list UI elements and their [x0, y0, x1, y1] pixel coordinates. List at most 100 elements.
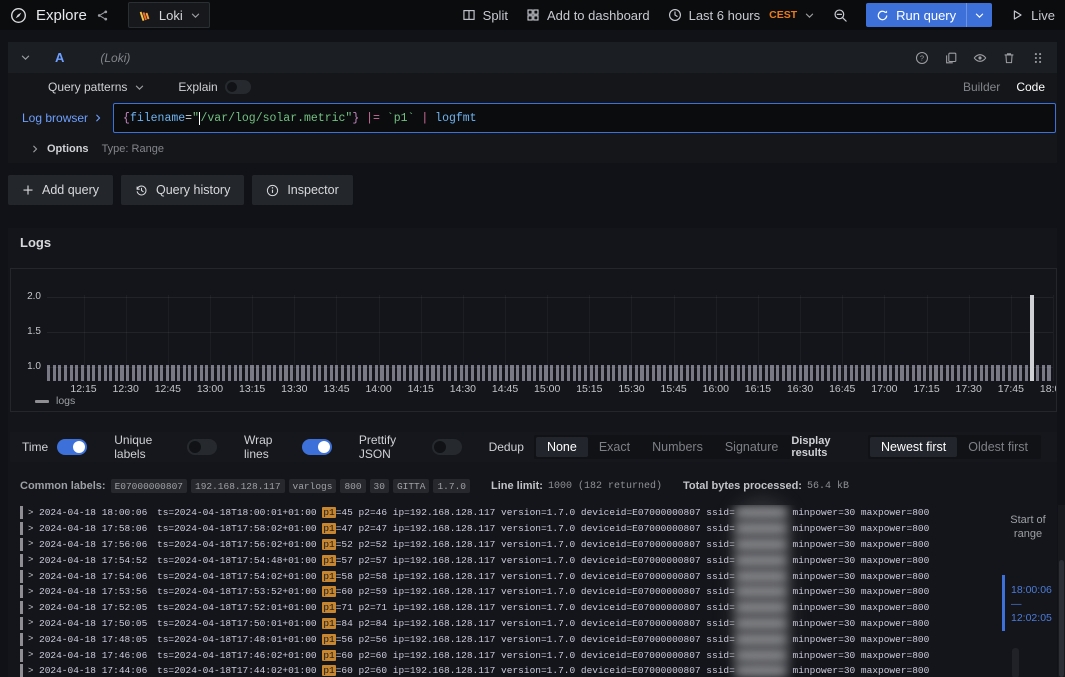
log-timestamp: 2024-04-18 17:52:05 [39, 602, 148, 613]
tab-builder[interactable]: Builder [963, 80, 1000, 94]
expand-chevron-icon[interactable]: > [28, 634, 39, 644]
expand-chevron-icon[interactable]: > [28, 618, 39, 628]
redacted-value [735, 618, 787, 629]
line-limit-value: 1000 (182 returned) [548, 481, 662, 492]
add-query-button[interactable]: Add query [8, 175, 113, 205]
toggle-visibility-eye-icon[interactable] [973, 51, 987, 65]
scrollbar-thumb[interactable] [1059, 560, 1064, 677]
log-row[interactable]: >2024-04-18 18:00:06ts=2024-04-18T18:00:… [10, 505, 1057, 521]
expand-chevron-icon[interactable]: > [28, 603, 39, 613]
toggle-switch[interactable] [187, 439, 217, 455]
toggle-wrap-lines[interactable]: Wrap lines [244, 433, 332, 461]
inspector-button[interactable]: Inspector [252, 175, 352, 205]
log-mini-scrollbar-thumb[interactable] [1012, 648, 1019, 677]
x-gridline [84, 295, 85, 381]
query-history-button[interactable]: Query history [121, 175, 244, 205]
expand-chevron-icon[interactable]: > [28, 508, 39, 518]
remove-query-trash-icon[interactable] [1002, 51, 1016, 65]
datasource-picker[interactable]: Loki [128, 2, 210, 28]
play-icon [1010, 8, 1024, 22]
chart-bar [985, 365, 988, 381]
expand-chevron-icon[interactable]: > [28, 539, 39, 549]
expression-token [414, 112, 421, 125]
toggle-switch[interactable] [302, 439, 332, 455]
x-gridline [505, 295, 506, 381]
expand-chevron-icon[interactable]: > [28, 666, 39, 676]
query-ref-id[interactable]: A [55, 50, 64, 65]
log-row[interactable]: >2024-04-18 17:54:52ts=2024-04-18T17:54:… [10, 552, 1057, 568]
duplicate-query-icon[interactable] [944, 51, 958, 65]
search-highlight: p1 [322, 650, 335, 661]
log-row[interactable]: >2024-04-18 17:46:06ts=2024-04-18T17:46:… [10, 647, 1057, 663]
add-to-dashboard-button[interactable]: Add to dashboard [526, 8, 650, 23]
time-range-picker[interactable]: Last 6 hours CEST [668, 8, 816, 23]
chart-bar [878, 365, 881, 381]
toggle-switch[interactable] [432, 439, 462, 455]
dedup-signature[interactable]: Signature [714, 437, 790, 457]
chart-bar [234, 365, 237, 381]
log-row[interactable]: >2024-04-18 17:48:05ts=2024-04-18T17:48:… [10, 631, 1057, 647]
chart-bar [929, 365, 932, 381]
chart-legend[interactable]: logs [35, 395, 75, 407]
query-expression[interactable]: {filename="/var/log/solar.metric"} |= `p… [113, 103, 1056, 133]
x-axis-tick: 12:30 [113, 383, 139, 395]
expand-chevron-icon[interactable]: > [28, 524, 39, 534]
expand-chevron-icon[interactable]: > [28, 587, 39, 597]
chart-bar [296, 365, 299, 381]
scroll-range-indicator[interactable]: 18:00:06 — 12:02:05 [1002, 575, 1062, 633]
chart-bar [872, 365, 875, 381]
log-browser-button[interactable]: Log browser [8, 111, 113, 125]
chart-bar [70, 365, 73, 381]
logs-panel-title: Logs [20, 235, 51, 250]
options-label[interactable]: Options [47, 143, 89, 155]
zoom-out-icon[interactable] [833, 8, 848, 23]
legend-series-label: logs [56, 395, 75, 407]
chart-bar [98, 365, 101, 381]
log-row[interactable]: >2024-04-18 17:54:06ts=2024-04-18T17:54:… [10, 568, 1057, 584]
explain-toggle[interactable] [225, 80, 251, 94]
dedup-numbers[interactable]: Numbers [641, 437, 714, 457]
share-icon[interactable] [96, 9, 109, 22]
search-highlight: p1 [322, 618, 335, 629]
redacted-value [735, 539, 787, 550]
live-button[interactable]: Live [1010, 8, 1055, 23]
chart-bar [1036, 365, 1039, 381]
display-newest-first[interactable]: Newest first [870, 437, 957, 457]
log-row[interactable]: >2024-04-18 17:44:06ts=2024-04-18T17:44:… [10, 663, 1057, 677]
expand-chevron-icon[interactable]: > [28, 571, 39, 581]
display-oldest-first[interactable]: Oldest first [957, 437, 1039, 457]
x-axis-tick: 14:30 [450, 383, 476, 395]
query-patterns-button[interactable]: Query patterns [48, 80, 127, 94]
common-label-chip: 30 [370, 479, 389, 493]
x-axis-tick: 15:45 [661, 383, 687, 395]
run-query-button[interactable]: Run query [866, 3, 992, 27]
log-row[interactable]: >2024-04-18 17:58:06ts=2024-04-18T17:58:… [10, 521, 1057, 537]
toggle-unique-labels[interactable]: Unique labels [114, 433, 217, 461]
chart-bar [770, 365, 773, 381]
toggle-prettify-json[interactable]: Prettify JSON [359, 433, 462, 461]
log-row[interactable]: >2024-04-18 17:53:56ts=2024-04-18T17:53:… [10, 584, 1057, 600]
run-query-dropdown[interactable] [966, 3, 992, 27]
page-scrollbar[interactable] [1058, 505, 1065, 677]
split-button[interactable]: Split [462, 8, 508, 23]
options-chevron-right-icon[interactable] [30, 144, 40, 154]
collapse-chevron-icon[interactable] [20, 52, 31, 63]
tab-code[interactable]: Code [1016, 80, 1045, 94]
log-row[interactable]: >2024-04-18 17:50:05ts=2024-04-18T17:50:… [10, 616, 1057, 632]
log-row[interactable]: >2024-04-18 17:56:06ts=2024-04-18T17:56:… [10, 537, 1057, 553]
expand-chevron-icon[interactable]: > [28, 555, 39, 565]
help-icon[interactable] [915, 51, 929, 65]
x-axis-tick: 13:00 [197, 383, 223, 395]
dedup-exact[interactable]: Exact [588, 437, 641, 457]
toggle-time[interactable]: Time [22, 439, 87, 455]
log-row[interactable]: >2024-04-18 17:52:05ts=2024-04-18T17:52:… [10, 600, 1057, 616]
expand-chevron-icon[interactable]: > [28, 650, 39, 660]
chart-bar-spike [1030, 295, 1033, 381]
drag-handle-grip-icon[interactable] [1031, 51, 1045, 65]
redacted-value [735, 602, 787, 613]
dedup-none[interactable]: None [536, 437, 588, 457]
chart-bar [171, 365, 174, 381]
toggle-switch[interactable] [57, 439, 87, 455]
query-history-label: Query history [156, 183, 230, 197]
x-axis-tick: 14:45 [492, 383, 518, 395]
